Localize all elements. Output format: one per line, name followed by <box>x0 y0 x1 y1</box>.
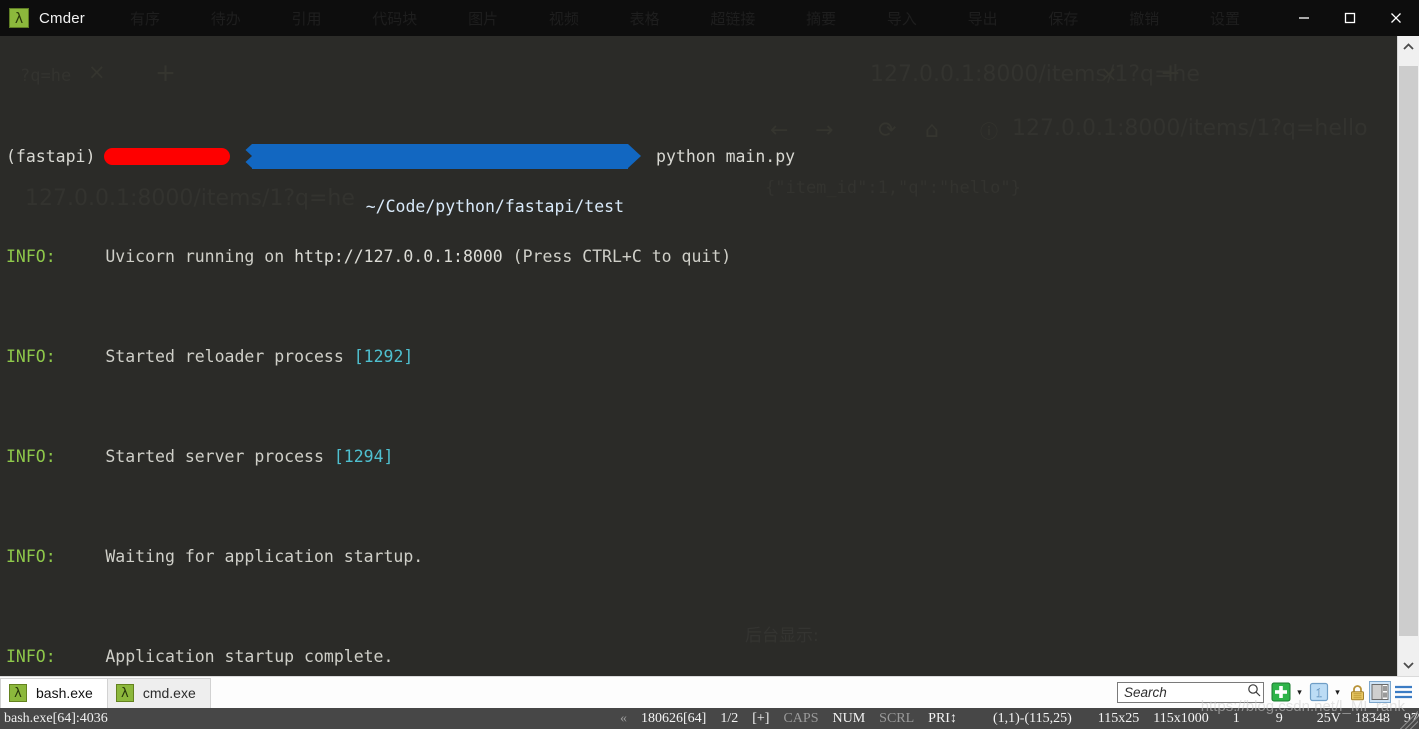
status-build: 180626[64] <box>641 710 707 726</box>
status-bar: bash.exe[64]:4036 « 180626[64] 1/2 [+] C… <box>0 708 1419 729</box>
lambda-icon: λ <box>115 684 134 702</box>
terminal-viewport[interactable]: ?q=he × + 127.0.0.1:8000/items/1?q=he 12… <box>0 36 1397 676</box>
log-text: Started server process <box>105 447 334 466</box>
log-level: INFO: <box>6 347 56 366</box>
scroll-down-button[interactable] <box>1398 654 1419 676</box>
status-value-4: 18348 <box>1354 710 1390 726</box>
log-line: INFO: Started reloader process [1292] <box>6 344 1397 369</box>
search-input[interactable]: Search <box>1124 685 1247 700</box>
status-tab-count: 1/2 <box>720 710 739 726</box>
log-pid: [1292] <box>353 347 414 366</box>
watermark-word: 图片 <box>468 9 499 28</box>
watermark-word: 代码块 <box>372 9 418 28</box>
scroll-up-button[interactable] <box>1398 36 1419 58</box>
title-bar-watermark-text: 有序 待办 引用 代码块 图片 视频 表格 超链接 摘要 导入 导出 保存 撤销… <box>130 0 1240 36</box>
log-line: INFO: Waiting for application startup. <box>6 544 1397 569</box>
prompt-path-text: ~/Code/python/fastapi/test <box>365 197 625 216</box>
redacted-user-host <box>104 148 231 165</box>
window-title: Cmder <box>39 9 86 27</box>
status-size: 115x25 <box>1097 710 1140 726</box>
scrollbar-thumb[interactable] <box>1399 66 1418 636</box>
watermark-word: 导出 <box>967 9 998 28</box>
status-pri-label: PRI <box>928 710 950 726</box>
log-line: INFO: Application startup complete. <box>6 644 1397 669</box>
status-value-2: 9 <box>1275 710 1283 726</box>
cmder-window: 有序 待办 引用 代码块 图片 视频 表格 超链接 摘要 导入 导出 保存 撤销… <box>0 0 1419 729</box>
resize-grip[interactable] <box>1400 711 1418 729</box>
search-box[interactable]: Search <box>1117 681 1264 703</box>
status-process-info: bash.exe[64]:4036 <box>4 710 108 726</box>
console-number-button[interactable]: 1 <box>1308 681 1330 703</box>
status-scrl[interactable]: SCRL <box>879 711 914 727</box>
log-text: Application startup complete. <box>105 647 394 666</box>
maximize-button[interactable] <box>1327 0 1373 36</box>
watermark-word: 撤销 <box>1129 9 1160 28</box>
status-buffer: 115x1000 <box>1153 710 1209 726</box>
log-suffix: (Press CTRL+C to quit) <box>502 247 732 266</box>
watermark-word: 视频 <box>548 9 579 28</box>
title-bar-identity: λ Cmder <box>0 8 85 28</box>
typed-command: python main.py <box>656 147 796 166</box>
log-level: INFO: <box>6 647 56 666</box>
shell-prompt-line: (fastapi) ~/Code/python/fastapi/test pyt… <box>6 144 1397 216</box>
log-level: INFO: <box>6 247 56 266</box>
log-level: INFO: <box>6 547 56 566</box>
status-chevrons: « <box>620 710 627 726</box>
status-selection: (1,1)-(115,25) <box>992 710 1072 726</box>
tab-bar-toolbar: Search ▾ 1 ▾ <box>1117 679 1415 705</box>
status-value-1: 1 <box>1232 710 1240 726</box>
watermark-word: 表格 <box>629 9 660 28</box>
console-caret-icon[interactable]: ▾ <box>1331 681 1344 703</box>
watermark-word: 待办 <box>210 9 241 28</box>
watermark-word: 有序 <box>130 9 161 28</box>
powerline-arrow-icon <box>239 144 253 168</box>
hamburger-menu-icon[interactable] <box>1392 681 1414 703</box>
window-controls <box>1281 0 1419 36</box>
status-pri[interactable]: PRI↕ <box>928 711 957 727</box>
watermark-word: 设置 <box>1209 9 1240 28</box>
tab-label: bash.exe <box>36 685 93 701</box>
status-indicators: « 180626[64] 1/2 [+] CAPS NUM SCRL PRI↕ … <box>620 711 1419 727</box>
status-caps[interactable]: CAPS <box>783 711 818 727</box>
tab-label: cmd.exe <box>142 685 196 701</box>
log-text: Waiting for application startup. <box>105 547 424 566</box>
terminal-output[interactable]: (fastapi) ~/Code/python/fastapi/test pyt… <box>0 36 1397 676</box>
watermark-word: 摘要 <box>806 9 837 28</box>
watermark-word: 保存 <box>1048 9 1079 28</box>
tab-cmd-exe[interactable]: λ cmd.exe <box>106 677 211 708</box>
lambda-icon: λ <box>9 8 29 28</box>
status-num[interactable]: NUM <box>832 711 865 727</box>
lock-icon[interactable] <box>1346 681 1368 703</box>
log-level: INFO: <box>6 447 56 466</box>
status-plus-flag: [+] <box>752 710 770 726</box>
log-url: http://127.0.0.1:8000 <box>294 247 503 266</box>
tab-bash-exe[interactable]: λ bash.exe <box>0 677 108 708</box>
log-line: INFO: Started server process [1294] <box>6 444 1397 469</box>
venv-indicator: (fastapi) <box>6 147 96 166</box>
log-text: Started reloader process <box>105 347 354 366</box>
log-pid: [1294] <box>333 447 394 466</box>
log-line: INFO: Uvicorn running on http://127.0.0.… <box>6 244 1397 269</box>
status-value-3: 25V <box>1316 710 1341 726</box>
new-console-caret-icon[interactable]: ▾ <box>1293 681 1306 703</box>
log-text: Uvicorn running on <box>105 247 295 266</box>
search-icon[interactable] <box>1247 683 1261 702</box>
new-console-button[interactable] <box>1270 681 1292 703</box>
close-button[interactable] <box>1373 0 1419 36</box>
watermark-word: 引用 <box>291 9 322 28</box>
lambda-icon: λ <box>9 684 27 702</box>
split-pane-icon[interactable] <box>1369 681 1391 703</box>
minimize-button[interactable] <box>1281 0 1327 36</box>
status-pri-arrow-icon: ↕ <box>949 710 957 726</box>
watermark-word: 导入 <box>886 9 917 28</box>
title-bar: 有序 待办 引用 代码块 图片 视频 表格 超链接 摘要 导入 导出 保存 撤销… <box>0 0 1419 36</box>
svg-text:1: 1 <box>1316 685 1323 700</box>
vertical-scrollbar[interactable] <box>1397 36 1419 676</box>
prompt-path-segment: ~/Code/python/fastapi/test <box>239 144 641 216</box>
watermark-word: 超链接 <box>710 9 756 28</box>
